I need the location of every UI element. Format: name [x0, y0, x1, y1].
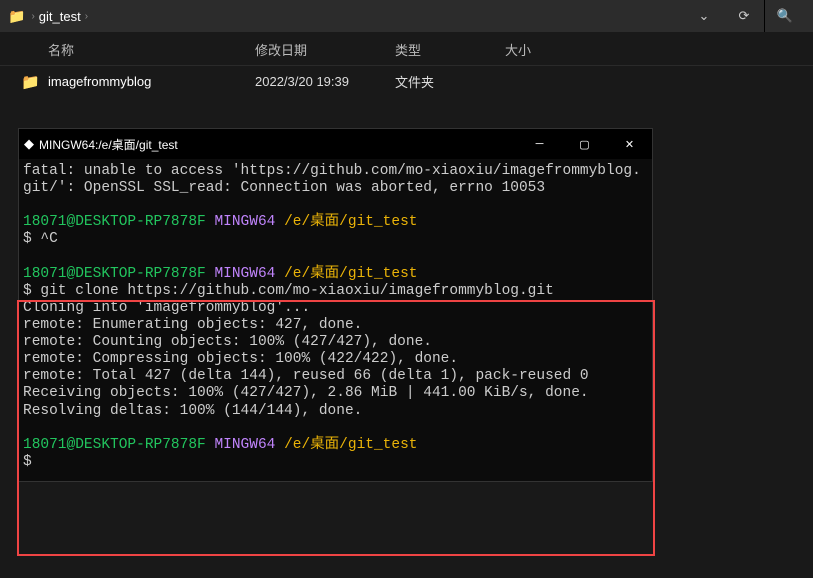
terminal-window: ◆ MINGW64:/e/桌面/git_test ─ ▢ ✕ fatal: un… — [18, 128, 653, 482]
column-type[interactable]: 类型 — [395, 40, 505, 59]
terminal-line: Resolving deltas: 100% (144/144), done. — [23, 403, 362, 419]
chevron-down-icon: ⌄ — [699, 8, 710, 24]
column-size[interactable]: 大小 — [505, 40, 585, 59]
close-button[interactable]: ✕ — [607, 129, 652, 159]
file-row[interactable]: 📁 imagefrommyblog 2022/3/20 19:39 文件夹 — [0, 66, 813, 97]
minimize-icon: ─ — [536, 138, 544, 150]
terminal-line: Receiving objects: 100% (427/427), 2.86 … — [23, 385, 589, 401]
app-icon: ◆ — [19, 136, 39, 152]
prompt-path: /e/桌面/git_test — [284, 266, 417, 282]
terminal-prompt: $ — [23, 454, 32, 470]
terminal-line: $ ^C — [23, 231, 58, 247]
maximize-button[interactable]: ▢ — [562, 129, 607, 159]
file-date: 2022/3/20 19:39 — [255, 74, 395, 89]
chevron-right-icon: › — [31, 11, 34, 22]
breadcrumb-segment[interactable]: git_test — [39, 9, 81, 24]
address-bar[interactable]: 📁 › git_test › ⌄ ⟳ 🔍 — [0, 0, 813, 32]
minimize-button[interactable]: ─ — [517, 129, 562, 159]
window-title: MINGW64:/e/桌面/git_test — [39, 136, 517, 153]
prompt-env: MINGW64 — [214, 266, 275, 282]
terminal-line: remote: Compressing objects: 100% (422/4… — [23, 351, 458, 367]
column-name[interactable]: 名称 — [0, 40, 255, 59]
terminal-line: remote: Total 427 (delta 144), reused 66… — [23, 368, 589, 384]
titlebar[interactable]: ◆ MINGW64:/e/桌面/git_test ─ ▢ ✕ — [19, 129, 652, 159]
terminal-body[interactable]: fatal: unable to access 'https://github.… — [19, 159, 652, 481]
terminal-line: Cloning into 'imagefrommyblog'... — [23, 300, 310, 316]
prompt-path: /e/桌面/git_test — [284, 214, 417, 230]
refresh-icon: ⟳ — [739, 8, 750, 24]
terminal-error: fatal: unable to access 'https://github.… — [23, 163, 641, 196]
terminal-line: remote: Counting objects: 100% (427/427)… — [23, 334, 432, 350]
folder-icon: 📁 — [21, 73, 40, 91]
search-button[interactable]: 🔍 — [765, 0, 805, 32]
file-type: 文件夹 — [395, 72, 505, 91]
prompt-env: MINGW64 — [214, 214, 275, 230]
chevron-right-icon: › — [85, 11, 88, 22]
column-date[interactable]: 修改日期 — [255, 40, 395, 59]
refresh-button[interactable]: ⟳ — [724, 0, 764, 32]
search-icon: 🔍 — [777, 8, 793, 24]
prompt-env: MINGW64 — [214, 437, 275, 453]
terminal-line: remote: Enumerating objects: 427, done. — [23, 317, 362, 333]
folder-icon: 📁 — [8, 8, 25, 25]
dropdown-button[interactable]: ⌄ — [684, 0, 724, 32]
maximize-icon: ▢ — [579, 138, 589, 151]
file-name: imagefrommyblog — [48, 74, 255, 89]
prompt-user: 18071@DESKTOP-RP7878F — [23, 437, 206, 453]
prompt-user: 18071@DESKTOP-RP7878F — [23, 266, 206, 282]
terminal-command: $ git clone https://github.com/mo-xiaoxi… — [23, 283, 554, 299]
close-icon: ✕ — [625, 138, 634, 151]
prompt-path: /e/桌面/git_test — [284, 437, 417, 453]
columns-header: 名称 修改日期 类型 大小 — [0, 32, 813, 66]
prompt-user: 18071@DESKTOP-RP7878F — [23, 214, 206, 230]
